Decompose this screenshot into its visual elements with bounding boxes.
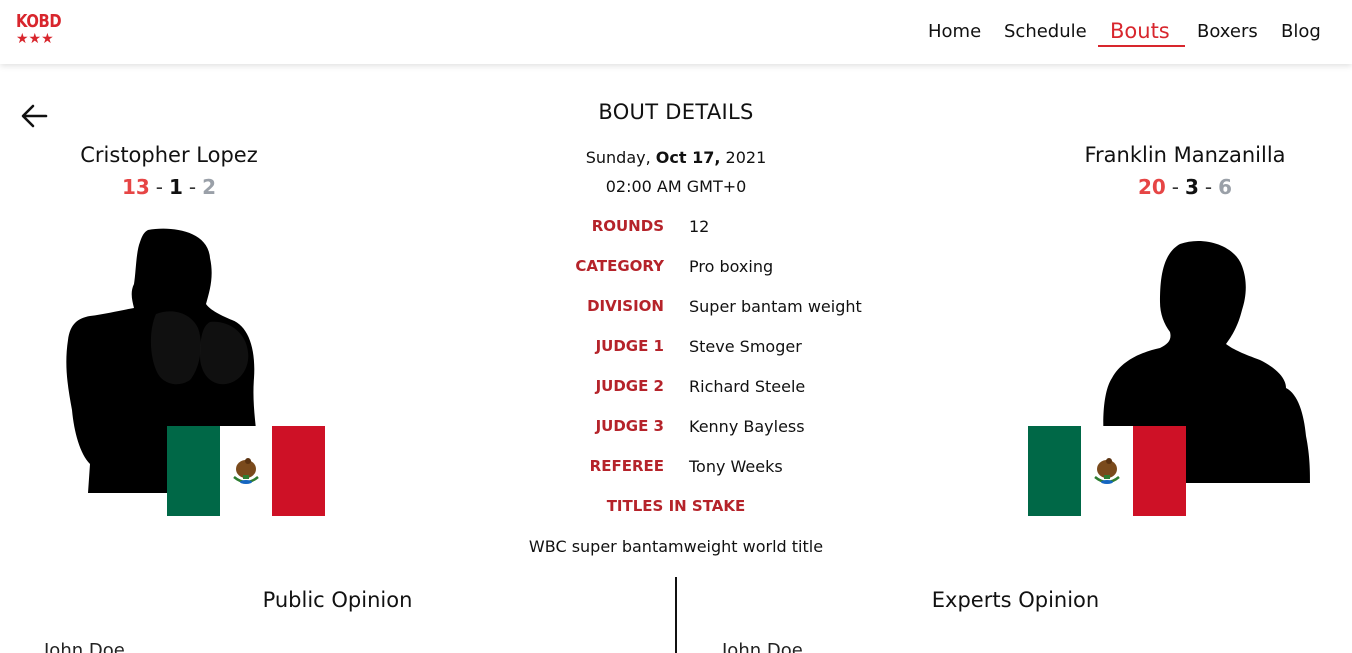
detail-row-judge-2: JUDGE 2 Richard Steele [0,377,1352,401]
main-nav: Home Schedule Bouts Boxers Blog [0,18,1352,48]
nav-schedule[interactable]: Schedule [1004,18,1087,46]
detail-row-rounds: ROUNDS 12 [0,217,1352,241]
detail-label: JUDGE 3 [595,417,664,435]
active-nav-underline [1098,45,1185,47]
bout-weekday: Sunday, [585,148,651,167]
nav-blog[interactable]: Blog [1281,18,1321,46]
detail-value: Kenny Bayless [689,417,805,436]
opinion-divider [675,577,677,653]
detail-label: JUDGE 1 [595,337,664,355]
detail-label: ROUNDS [591,217,664,235]
detail-value: 12 [689,217,710,236]
nav-boxers[interactable]: Boxers [1197,18,1258,46]
experts-opinion-heading: Experts Opinion [931,588,1100,612]
detail-value: Tony Weeks [689,457,783,476]
detail-label: JUDGE 2 [595,377,664,395]
detail-value: Steve Smoger [689,337,802,356]
titles-in-stake-value: WBC super bantamweight world title [528,537,824,556]
detail-value: Super bantam weight [689,297,862,316]
detail-row-division: DIVISION Super bantam weight [0,297,1352,321]
detail-value: Richard Steele [689,377,806,396]
detail-label: CATEGORY [575,257,664,275]
public-opinion-user: John Doe [44,640,125,653]
detail-row-category: CATEGORY Pro boxing [0,257,1352,281]
bout-date: Sunday, Oct 17, 2021 [0,148,1352,167]
detail-label: DIVISION [587,297,664,315]
nav-home[interactable]: Home [928,18,981,46]
nav-bouts[interactable]: Bouts [1110,17,1170,45]
detail-row-referee: REFEREE Tony Weeks [0,457,1352,481]
titles-in-stake-label: TITLES IN STAKE [606,497,746,515]
detail-value: Pro boxing [689,257,774,276]
bout-year: 2021 [725,148,767,167]
detail-row-judge-1: JUDGE 1 Steve Smoger [0,337,1352,361]
detail-row-judge-3: JUDGE 3 Kenny Bayless [0,417,1352,441]
detail-label: REFEREE [589,457,664,475]
bout-time: 02:00 AM GMT+0 [605,177,747,196]
top-navbar: KOBD ★★★ Home Schedule Bouts Boxers Blog [0,0,1352,64]
bout-day-month: Oct 17, [655,148,721,167]
experts-opinion-user: John Doe [722,640,803,653]
public-opinion-heading: Public Opinion [262,588,413,612]
page-title: BOUT DETAILS [598,100,754,124]
